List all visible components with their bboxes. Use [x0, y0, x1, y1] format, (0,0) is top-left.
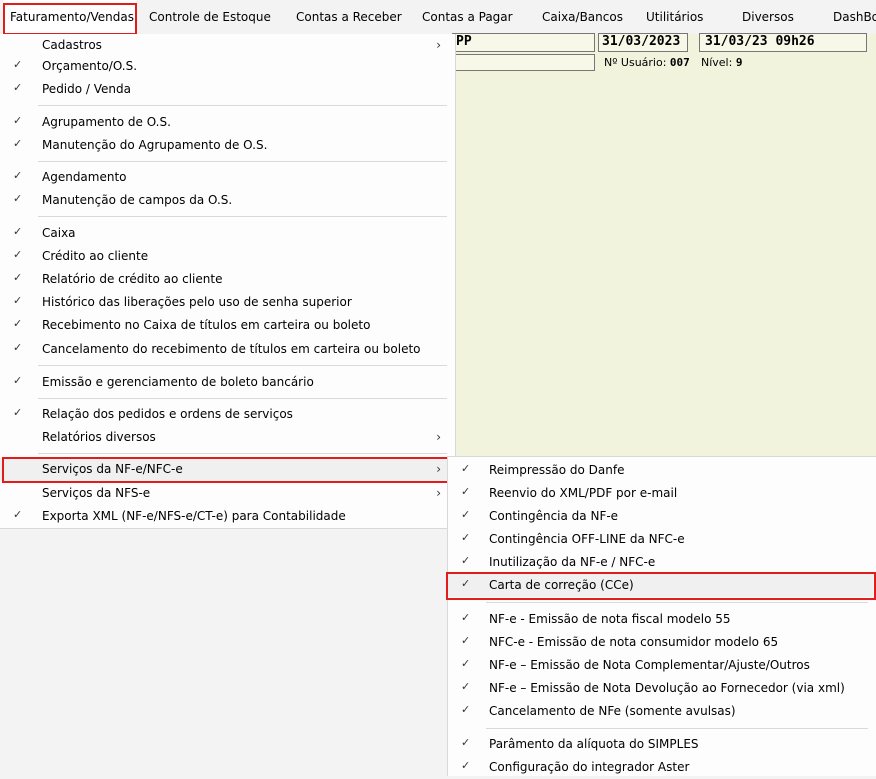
check-icon: ✓: [461, 485, 471, 498]
submenu-item-nota-devolucao[interactable]: ✓ NF-e – Emissão de Nota Devolução ao Fo…: [448, 677, 873, 700]
chevron-right-icon: ›: [436, 430, 441, 444]
menu-contas-pagar[interactable]: Contas a Pagar: [422, 0, 513, 34]
check-icon: ✓: [13, 406, 23, 419]
menu-contas-receber[interactable]: Contas a Receber: [296, 0, 402, 34]
menu-separator: [38, 216, 447, 217]
submenu-item-inutilizacao[interactable]: ✓ Inutilização da NF-e / NFC-e: [448, 551, 873, 574]
check-icon: ✓: [461, 577, 471, 590]
menu-item-caixa[interactable]: ✓ Caixa: [0, 222, 455, 245]
check-icon: ✓: [13, 294, 23, 307]
check-icon: ✓: [461, 657, 471, 670]
menu-separator: [486, 728, 868, 729]
menu-item-agendamento[interactable]: ✓ Agendamento: [0, 166, 455, 189]
secondary-field: [452, 54, 595, 71]
submenu-item-nfe-modelo-55[interactable]: ✓ NF-e - Emissão de nota fiscal modelo 5…: [448, 608, 873, 631]
faturamento-dropdown: Cadastros › ✓ Orçamento/O.S. ✓ Pedido / …: [0, 34, 456, 529]
menu-item-cadastros[interactable]: Cadastros ›: [0, 34, 455, 57]
menu-item-cancelamento-recebimento[interactable]: ✓ Cancelamento do recebimento de títulos…: [0, 338, 455, 361]
menu-item-relacao-pedidos[interactable]: ✓ Relação dos pedidos e ordens de serviç…: [0, 403, 455, 426]
menu-item-agrupamento-os[interactable]: ✓ Agrupamento de O.S.: [0, 111, 455, 134]
menu-item-manutencao-agrupamento[interactable]: ✓ Manutenção do Agrupamento de O.S.: [0, 134, 455, 157]
menu-item-pedido-venda[interactable]: ✓ Pedido / Venda: [0, 78, 455, 101]
check-icon: ✓: [461, 611, 471, 624]
check-icon: ✓: [13, 114, 23, 127]
menu-item-servicos-nfse[interactable]: Serviços da NFS-e ›: [0, 482, 455, 505]
date-field: 31/03/2023: [598, 33, 688, 52]
check-icon: ✓: [461, 531, 471, 544]
check-icon: ✓: [13, 317, 23, 330]
submenu-item-carta-correcao[interactable]: ✓ Carta de correção (CCe): [448, 574, 873, 597]
menu-utilitarios[interactable]: Utilitários: [646, 0, 703, 34]
submenu-item-aliquota-simples[interactable]: ✓ Parâmento da alíquota do SIMPLES: [448, 733, 873, 756]
menu-faturamento-vendas[interactable]: Faturamento/Vendas: [4, 0, 136, 34]
user-info: Nº Usuário: 007: [604, 56, 690, 69]
check-icon: ✓: [13, 508, 23, 521]
check-icon: ✓: [13, 58, 23, 71]
check-icon: ✓: [461, 680, 471, 693]
menu-bar: Faturamento/Vendas Controle de Estoque C…: [0, 0, 876, 35]
check-icon: ✓: [461, 508, 471, 521]
level-label: Nível:: [701, 56, 733, 69]
menu-caixa-bancos[interactable]: Caixa/Bancos: [542, 0, 623, 34]
menu-separator: [38, 453, 447, 454]
check-icon: ✓: [461, 759, 471, 772]
menu-separator: [486, 602, 868, 603]
menu-item-exporta-xml[interactable]: ✓ Exporta XML (NF-e/NFS-e/CT-e) para Con…: [0, 505, 455, 528]
chevron-right-icon: ›: [436, 462, 441, 476]
check-icon: ✓: [13, 192, 23, 205]
menu-item-manutencao-campos-os[interactable]: ✓ Manutenção de campos da O.S.: [0, 189, 455, 212]
user-label: Nº Usuário:: [604, 56, 667, 69]
check-icon: ✓: [13, 225, 23, 238]
submenu-item-reimpressao-danfe[interactable]: ✓ Reimpressão do Danfe: [448, 459, 873, 482]
check-icon: ✓: [13, 169, 23, 182]
menu-separator: [38, 161, 447, 162]
submenu-item-cancelamento-nfe[interactable]: ✓ Cancelamento de NFe (somente avulsas): [448, 700, 873, 723]
menu-separator: [38, 398, 447, 399]
check-icon: ✓: [461, 703, 471, 716]
menu-item-relatorio-credito[interactable]: ✓ Relatório de crédito ao cliente: [0, 268, 455, 291]
datetime-field: 31/03/23 09h26: [699, 33, 867, 52]
menu-item-recebimento-caixa[interactable]: ✓ Recebimento no Caixa de títulos em car…: [0, 314, 455, 337]
menu-separator: [38, 105, 447, 106]
check-icon: ✓: [461, 554, 471, 567]
menu-item-servicos-nfe[interactable]: Serviços da NF-e/NFC-e ›: [0, 458, 455, 481]
menu-separator: [38, 365, 447, 366]
level-value: 9: [735, 56, 743, 69]
menu-item-historico-liberacoes[interactable]: ✓ Histórico das liberações pelo uso de s…: [0, 291, 455, 314]
menu-controle-estoque[interactable]: Controle de Estoque: [149, 0, 271, 34]
menu-diversos[interactable]: Diversos: [742, 0, 794, 34]
check-icon: ✓: [13, 374, 23, 387]
chevron-right-icon: ›: [436, 486, 441, 500]
submenu-item-reenvio-xml[interactable]: ✓ Reenvio do XML/PDF por e-mail: [448, 482, 873, 505]
company-field: PP: [452, 33, 595, 52]
servicos-nfe-submenu: ✓ Reimpressão do Danfe ✓ Reenvio do XML/…: [447, 456, 876, 776]
menu-dashboard[interactable]: DashBo: [833, 0, 876, 34]
check-icon: ✓: [461, 462, 471, 475]
submenu-item-contingencia-nfe[interactable]: ✓ Contingência da NF-e: [448, 505, 873, 528]
menu-item-credito-cliente[interactable]: ✓ Crédito ao cliente: [0, 245, 455, 268]
menu-item-emissao-boleto[interactable]: ✓ Emissão e gerenciamento de boleto banc…: [0, 371, 455, 394]
check-icon: ✓: [13, 81, 23, 94]
check-icon: ✓: [13, 271, 23, 284]
level-info: Nível: 9: [701, 56, 742, 69]
check-icon: ✓: [461, 736, 471, 749]
submenu-item-nfce-modelo-65[interactable]: ✓ NFC-e - Emissão de nota consumidor mod…: [448, 631, 873, 654]
submenu-item-contingencia-offline[interactable]: ✓ Contingência OFF-LINE da NFC-e: [448, 528, 873, 551]
submenu-item-nota-complementar[interactable]: ✓ NF-e – Emissão de Nota Complementar/Aj…: [448, 654, 873, 677]
menu-item-relatorios-diversos[interactable]: Relatórios diversos ›: [0, 426, 455, 449]
check-icon: ✓: [13, 341, 23, 354]
user-value: 007: [669, 56, 690, 69]
check-icon: ✓: [13, 248, 23, 261]
menu-item-orcamento[interactable]: ✓ Orçamento/O.S.: [0, 55, 455, 78]
check-icon: ✓: [461, 634, 471, 647]
chevron-right-icon: ›: [436, 38, 441, 52]
check-icon: ✓: [13, 137, 23, 150]
